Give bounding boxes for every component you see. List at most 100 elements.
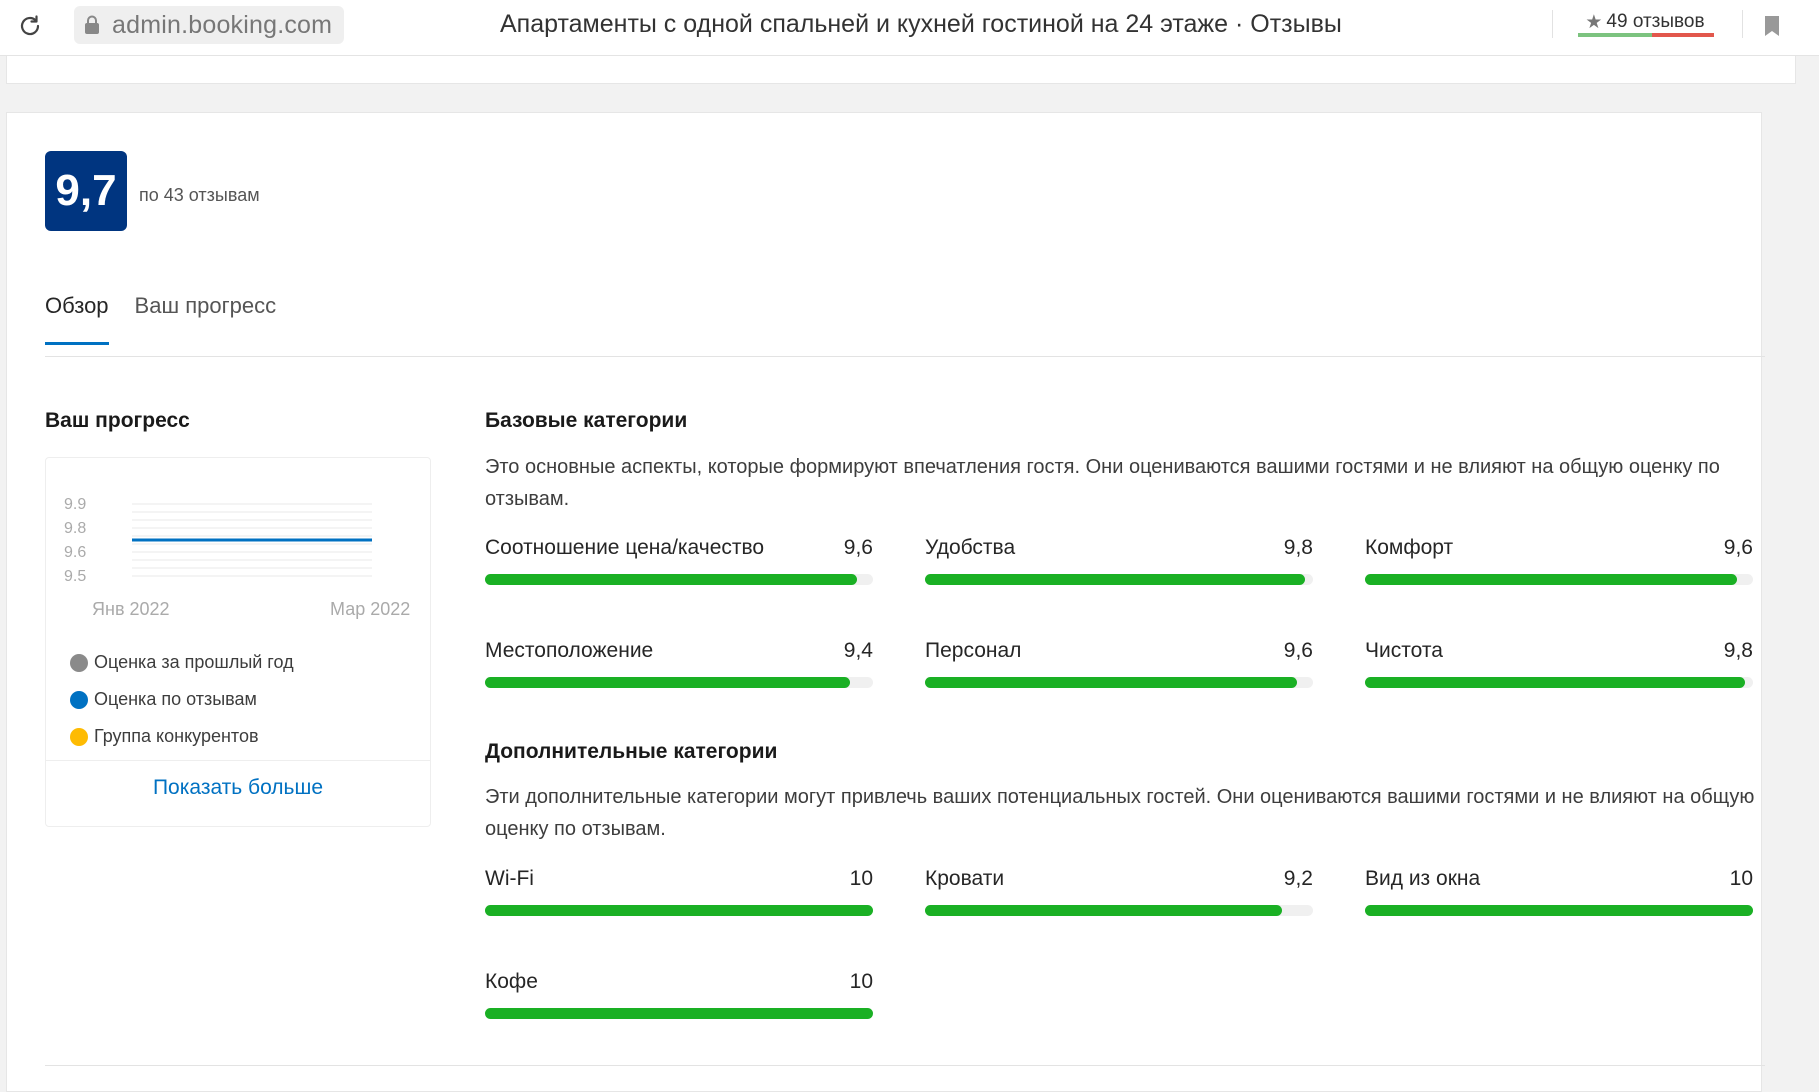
category-score: 9,8 bbox=[1723, 639, 1753, 662]
category-label: Wi-Fi bbox=[485, 867, 534, 890]
card-divider bbox=[46, 760, 430, 761]
show-more-link[interactable]: Показать больше bbox=[46, 776, 430, 800]
x-axis-label: Мар 2022 bbox=[330, 599, 410, 619]
category-score: 9,4 bbox=[843, 639, 873, 662]
category-header: Кровати 9,2 bbox=[925, 867, 1313, 897]
legend-item-review-score: Оценка по отзывам bbox=[70, 681, 294, 718]
category-label: Соотношение цена/качество bbox=[485, 536, 765, 559]
category-score: 10 bbox=[849, 867, 873, 890]
overall-score-badge: 9,7 bbox=[45, 151, 127, 231]
category-score: 9,6 bbox=[1723, 536, 1753, 559]
category-score: 9,8 bbox=[1283, 536, 1313, 559]
progress-title: Ваш прогресс bbox=[45, 409, 190, 432]
category-bar-fill bbox=[485, 574, 858, 585]
category-item: Кофе 10 bbox=[485, 970, 873, 1019]
lock-icon bbox=[82, 13, 102, 37]
previous-card bbox=[6, 56, 1796, 84]
url-text: admin.booking.com bbox=[112, 10, 333, 39]
category-label: Кровати bbox=[925, 867, 1005, 890]
category-bar-fill bbox=[485, 905, 873, 916]
category-bar-fill bbox=[925, 905, 1282, 916]
category-bar-fill bbox=[1365, 905, 1753, 916]
browser-top-bar: admin.booking.com Апартаменты с одной сп… bbox=[0, 0, 1819, 56]
reviews-rating-bar bbox=[1578, 33, 1714, 37]
legend-dot-yellow bbox=[70, 727, 88, 746]
category-score: 9,2 bbox=[1283, 867, 1313, 890]
category-label: Удобства bbox=[925, 536, 1016, 559]
base-categories-description: Это основные аспекты, которые формируют … bbox=[485, 456, 1720, 510]
category-score: 10 bbox=[1729, 867, 1753, 890]
tab-overview[interactable]: Обзор bbox=[45, 293, 109, 345]
y-tick-label: 9.6 bbox=[64, 544, 86, 561]
category-header: Соотношение цена/качество 9,6 bbox=[485, 536, 873, 566]
tabs: Обзор Ваш прогресс bbox=[45, 293, 277, 345]
category-item: Вид из окна 10 bbox=[1365, 867, 1753, 916]
category-bar-track bbox=[485, 574, 873, 585]
y-tick-label: 9.8 bbox=[64, 520, 86, 537]
category-bar-track bbox=[485, 1008, 873, 1019]
category-bar-track bbox=[1365, 905, 1753, 916]
category-item: Wi-Fi 10 bbox=[485, 867, 873, 916]
extra-categories-title: Дополнительные категории bbox=[485, 740, 778, 763]
progress-chart: 9.9 9.8 9.6 9.5 Янв 2022 Мар 2022 bbox=[64, 496, 410, 619]
category-bar-fill bbox=[1365, 677, 1746, 688]
star-icon: ★ bbox=[1585, 11, 1603, 33]
category-item: Соотношение цена/качество 9,6 bbox=[485, 536, 873, 585]
y-tick-label: 9.9 bbox=[64, 496, 86, 513]
base-categories-title: Базовые категории bbox=[485, 409, 688, 432]
category-score: 9,6 bbox=[843, 536, 873, 559]
y-tick-label: 9.5 bbox=[64, 568, 86, 585]
reload-icon[interactable] bbox=[14, 10, 46, 42]
category-score: 10 bbox=[849, 970, 873, 993]
address-bar[interactable]: admin.booking.com bbox=[74, 6, 345, 44]
category-bar-fill bbox=[925, 677, 1298, 688]
category-bar-track bbox=[925, 677, 1313, 688]
bookmark-icon[interactable] bbox=[1760, 12, 1784, 40]
category-header: Кофе 10 bbox=[485, 970, 873, 1000]
category-bar-track bbox=[485, 905, 873, 916]
category-header: Комфорт 9,6 bbox=[1365, 536, 1753, 566]
category-label: Комфорт bbox=[1365, 536, 1454, 559]
legend-dot-blue bbox=[70, 690, 88, 709]
section-divider bbox=[45, 1065, 1765, 1066]
category-item: Комфорт 9,6 bbox=[1365, 536, 1753, 585]
category-score: 9,6 bbox=[1283, 639, 1313, 662]
progress-chart-card: 9.9 9.8 9.6 9.5 Янв 2022 Мар 2022 Оценка за п… bbox=[45, 457, 431, 827]
tab-progress[interactable]: Ваш прогресс bbox=[135, 293, 277, 341]
category-item: Чистота 9,8 bbox=[1365, 639, 1753, 688]
category-label: Вид из окна bbox=[1365, 867, 1481, 890]
legend-item-competitors: Группа конкурентов bbox=[70, 718, 294, 755]
category-header: Чистота 9,8 bbox=[1365, 639, 1753, 669]
toolbar-divider bbox=[1742, 10, 1743, 38]
category-bar-fill bbox=[925, 574, 1306, 585]
category-item: Кровати 9,2 bbox=[925, 867, 1313, 916]
legend-item-last-year: Оценка за прошлый год bbox=[70, 644, 294, 681]
tabs-divider bbox=[45, 356, 1765, 357]
category-label: Персонал bbox=[925, 639, 1022, 662]
extra-categories-description: Эти дополнительные категории могут привл… bbox=[485, 786, 1755, 840]
category-header: Персонал 9,6 bbox=[925, 639, 1313, 669]
category-bar-track bbox=[485, 677, 873, 688]
category-header: Wi-Fi 10 bbox=[485, 867, 873, 897]
reviews-count-label: 49 отзывов bbox=[1606, 11, 1705, 32]
category-label: Местоположение bbox=[485, 639, 654, 662]
category-bar-track bbox=[1365, 574, 1753, 585]
reviews-card: 9,7 по 43 отзывам Обзор Ваш прогресс Ваш… bbox=[6, 112, 1765, 1092]
category-item: Удобства 9,8 bbox=[925, 536, 1313, 585]
category-header: Местоположение 9,4 bbox=[485, 639, 873, 669]
x-axis-label: Янв 2022 bbox=[92, 599, 170, 619]
category-item: Персонал 9,6 bbox=[925, 639, 1313, 688]
category-bar-fill bbox=[485, 1008, 873, 1019]
legend-dot-gray bbox=[70, 653, 88, 672]
category-label: Чистота bbox=[1365, 639, 1443, 662]
category-bar-fill bbox=[1365, 574, 1738, 585]
category-label: Кофе bbox=[485, 970, 538, 993]
category-bar-fill bbox=[485, 677, 850, 688]
page-title: Апартаменты с одной спальней и кухней го… bbox=[500, 10, 1342, 38]
category-header: Вид из окна 10 bbox=[1365, 867, 1753, 897]
category-bar-track bbox=[925, 905, 1313, 916]
score-subtitle: по 43 отзывам bbox=[139, 185, 260, 205]
category-item: Местоположение 9,4 bbox=[485, 639, 873, 688]
toolbar-divider bbox=[1552, 10, 1553, 38]
category-bar-track bbox=[925, 574, 1313, 585]
